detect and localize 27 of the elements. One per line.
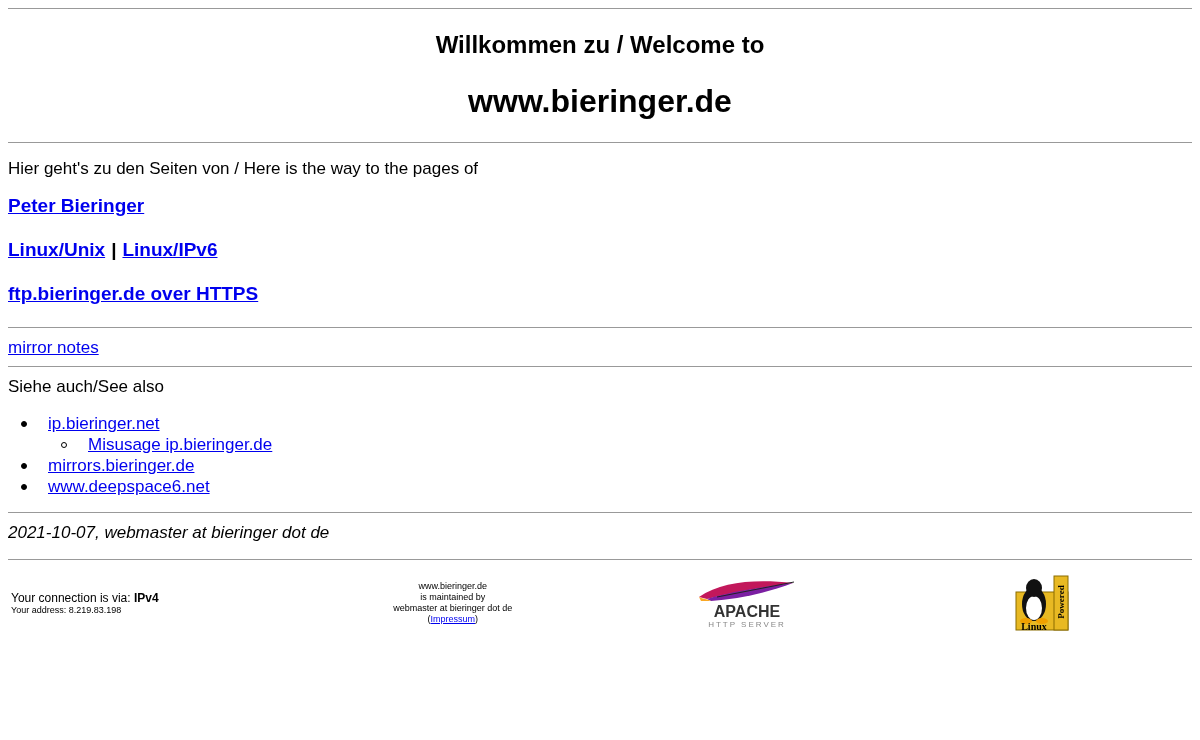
link[interactable]: mirrors.bieringer.de <box>48 456 195 475</box>
link[interactable]: www.deepspace6.net <box>48 477 210 496</box>
mirror-notes-link[interactable]: mirror notes <box>8 338 99 357</box>
impressum-text: (Impressum) <box>427 614 478 625</box>
maintainer-text: webmaster at bieringer dot de <box>393 603 513 614</box>
heading-link[interactable]: Linux/IPv6 <box>122 239 218 261</box>
see-also-text: Siehe auch/See also <box>8 377 165 397</box>
impressum-link[interactable]: Impressum <box>430 614 475 624</box>
penguin-logo: Linux Powered <box>1013 574 1070 632</box>
site-title: www.bieringer.de <box>467 83 733 120</box>
bullet-icon <box>21 484 27 490</box>
intro-text: Hier geht's zu den Seiten von / Here is the way to the pages of <box>8 159 480 179</box>
maintainer-text: is maintained by <box>420 592 486 603</box>
feather-logo: APACHE HTTP SERVER <box>697 577 798 629</box>
bullet-icon <box>21 463 27 469</box>
link[interactable]: ip.bieringer.net <box>48 414 160 433</box>
maintainer-text: www.bieringer.de <box>418 581 487 592</box>
connection-text: Your connection is via: IPv4 <box>11 591 160 605</box>
link[interactable]: Misusage ip.bieringer.de <box>88 435 273 454</box>
heading-link[interactable]: Linux/Unix <box>8 239 106 261</box>
heading-link[interactable]: Peter Bieringer <box>8 195 145 217</box>
welcome-heading: Willkommen zu / Welcome to <box>434 31 766 59</box>
signature-text: 2021-10-07, webmaster at bieringer dot de <box>8 523 331 543</box>
separator: | <box>111 239 117 261</box>
address-text: Your address: 8.219.83.198 <box>11 605 123 615</box>
bullet-icon <box>21 421 27 427</box>
heading-link[interactable]: ftp.bieringer.de over HTTPS <box>8 283 259 305</box>
